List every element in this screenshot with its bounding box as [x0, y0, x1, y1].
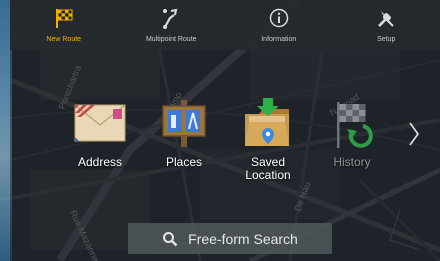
places-signboard-icon	[154, 94, 214, 152]
info-icon	[267, 6, 291, 30]
menu-saved-location-button[interactable]: Saved Location	[224, 94, 312, 182]
menu-saved-location-label: Saved Location	[245, 155, 291, 182]
tab-setup-label: Setup	[377, 36, 396, 43]
menu-places-button[interactable]: Places	[140, 94, 228, 169]
envelope-icon	[70, 94, 130, 152]
tab-new-route-label: New Route	[46, 36, 82, 43]
history-flag-icon	[322, 94, 382, 152]
tab-new-route[interactable]: New Route	[19, 0, 109, 50]
navigation-screen: Pontchartra Camp N Broad De Hau Rue Maza…	[0, 0, 440, 261]
wrench-screwdriver-icon	[374, 6, 398, 30]
free-form-search-button[interactable]: Free-form Search	[128, 223, 332, 254]
menu-history-label: History	[333, 155, 371, 169]
tab-information[interactable]: Information	[234, 0, 324, 50]
tab-multipoint-route[interactable]: Multipoint Route	[126, 0, 216, 50]
search-label: Free-form Search	[188, 230, 298, 247]
multipoint-route-icon	[159, 6, 183, 30]
top-tab-bar: New Route Multipoint Route Information S…	[10, 0, 440, 50]
checkered-flag-icon	[52, 6, 76, 30]
menu-address-button[interactable]: Address	[56, 94, 144, 169]
search-icon	[162, 231, 178, 247]
menu-address-label: Address	[77, 155, 123, 169]
chevron-right-icon	[407, 120, 421, 153]
tab-setup[interactable]: Setup	[341, 0, 431, 50]
tab-multipoint-route-label: Multipoint Route	[145, 36, 197, 43]
menu-history-button[interactable]: History	[308, 94, 396, 169]
tab-information-label: Information	[261, 36, 297, 43]
next-page-button[interactable]	[402, 118, 426, 154]
menu-places-label: Places	[165, 155, 203, 169]
saved-location-folder-icon	[238, 94, 298, 152]
